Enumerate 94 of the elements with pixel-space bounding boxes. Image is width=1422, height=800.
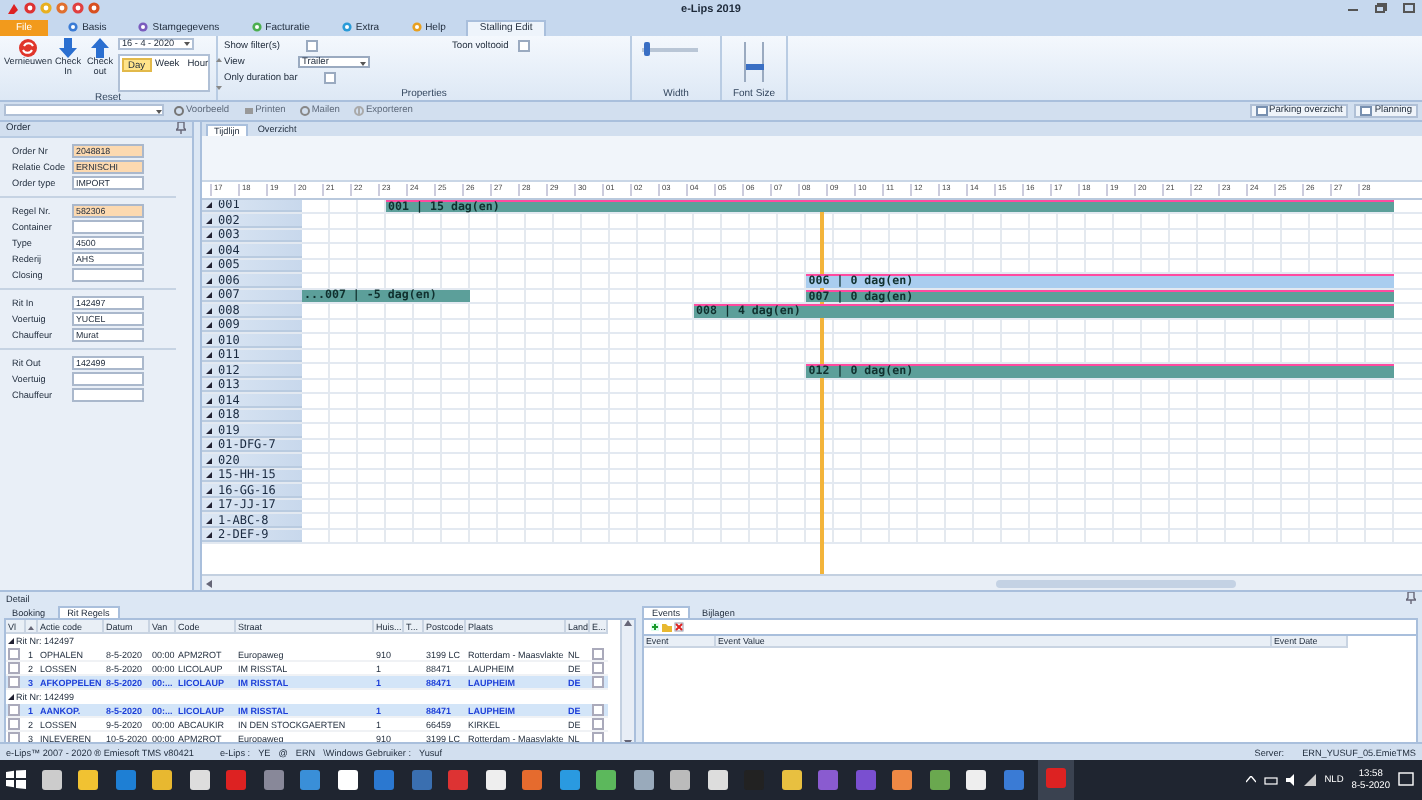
row-marker-icon [206,202,212,209]
network-icon[interactable] [1304,774,1317,786]
row-marker-icon [206,487,212,494]
maximize-icon[interactable] [1402,2,1416,15]
arrow-up-icon [90,37,110,58]
app-icon[interactable] [76,768,100,792]
row-marker-icon [206,337,212,344]
checkbox[interactable] [592,704,603,716]
row-marker-icon [206,502,212,509]
checkbox[interactable] [592,718,603,730]
row-marker-icon [206,307,212,314]
checkbox[interactable] [8,662,19,674]
font-size-slider[interactable] [744,41,764,82]
row-marker-icon [206,262,212,269]
chevron-up-icon[interactable] [1246,776,1257,784]
arrow-down-icon [58,37,78,58]
input-field[interactable] [72,268,144,282]
input-field[interactable] [72,372,144,386]
restore-icon[interactable] [1374,2,1388,15]
row-marker-icon [206,412,212,419]
slider-thumb[interactable] [644,41,651,56]
tab-icon [411,22,422,33]
refresh-icon [18,37,38,58]
input-field[interactable] [72,388,144,402]
checkbox[interactable] [592,676,603,688]
app-icon[interactable] [964,768,988,792]
checkbox[interactable] [8,676,19,688]
checkbox[interactable] [8,648,19,660]
row-marker-icon [206,472,212,479]
app-icon[interactable] [39,768,63,792]
app-icon[interactable] [483,768,507,792]
row-marker-icon [206,217,212,224]
checkbox[interactable] [323,72,336,85]
checkbox[interactable] [8,718,19,730]
circle-icon [174,105,184,116]
row-marker-icon [206,397,212,404]
app-icon[interactable] [705,768,729,792]
app-logo-icon [6,1,20,16]
checkbox[interactable] [518,40,531,53]
row-marker-icon [206,517,212,524]
width-slider[interactable] [642,47,698,52]
checkbox[interactable] [592,648,603,660]
app-icon[interactable] [890,768,914,792]
row-marker-icon [206,247,212,254]
notification-icon[interactable] [1398,772,1414,788]
app-icon[interactable] [594,768,618,792]
row-marker-icon [206,457,212,464]
scrollbar-thumb[interactable] [996,579,1236,588]
expanded-triangle-icon[interactable] [8,638,14,645]
row-marker-icon [206,532,212,539]
checkbox[interactable] [306,40,318,53]
delete-icon[interactable] [674,622,684,633]
dropdown-caret-icon [360,59,366,66]
row-marker-icon [206,442,212,449]
expanded-triangle-icon[interactable] [8,694,14,701]
app-icon[interactable] [631,768,655,792]
sort-arrow-icon[interactable] [28,623,34,630]
tab-icon [341,22,352,33]
app-icon[interactable] [668,768,692,792]
printer-icon [243,105,254,116]
speaker-icon[interactable] [1286,774,1297,786]
checkbox[interactable] [8,732,19,744]
app-icon[interactable] [150,768,174,792]
battery-icon[interactable] [1264,775,1279,785]
slider-thumb[interactable] [746,64,764,71]
row-marker-icon [206,292,212,299]
app-icon[interactable] [187,768,211,792]
app-icon[interactable] [779,768,803,792]
row-marker-icon [206,322,212,329]
window-icon [1360,105,1373,116]
scroll-up-icon[interactable] [624,620,632,627]
pin-icon[interactable] [176,122,186,135]
app-icon[interactable] [335,768,359,792]
checkbox[interactable] [8,704,19,716]
window-icon [1255,105,1268,116]
dropdown-caret-icon [184,40,190,47]
checkbox[interactable] [592,662,603,674]
row-marker-icon [206,427,212,434]
add-icon[interactable] [650,622,660,633]
dropdown-caret-icon [156,107,162,114]
tab-icon [138,22,149,33]
scroll-arrows-icon[interactable] [214,55,225,92]
tab-icon [251,22,262,33]
scroll-left-icon[interactable] [206,579,212,588]
row-marker-icon [206,367,212,374]
checkbox[interactable] [592,732,603,744]
pin-icon[interactable] [1406,592,1416,605]
row-marker-icon [206,382,212,389]
circle-icon [299,105,310,116]
input-field[interactable] [72,220,144,234]
tab-icon [68,22,79,33]
row-marker-icon [206,277,212,284]
row-marker-icon [206,352,212,359]
row-marker-icon [206,232,212,239]
